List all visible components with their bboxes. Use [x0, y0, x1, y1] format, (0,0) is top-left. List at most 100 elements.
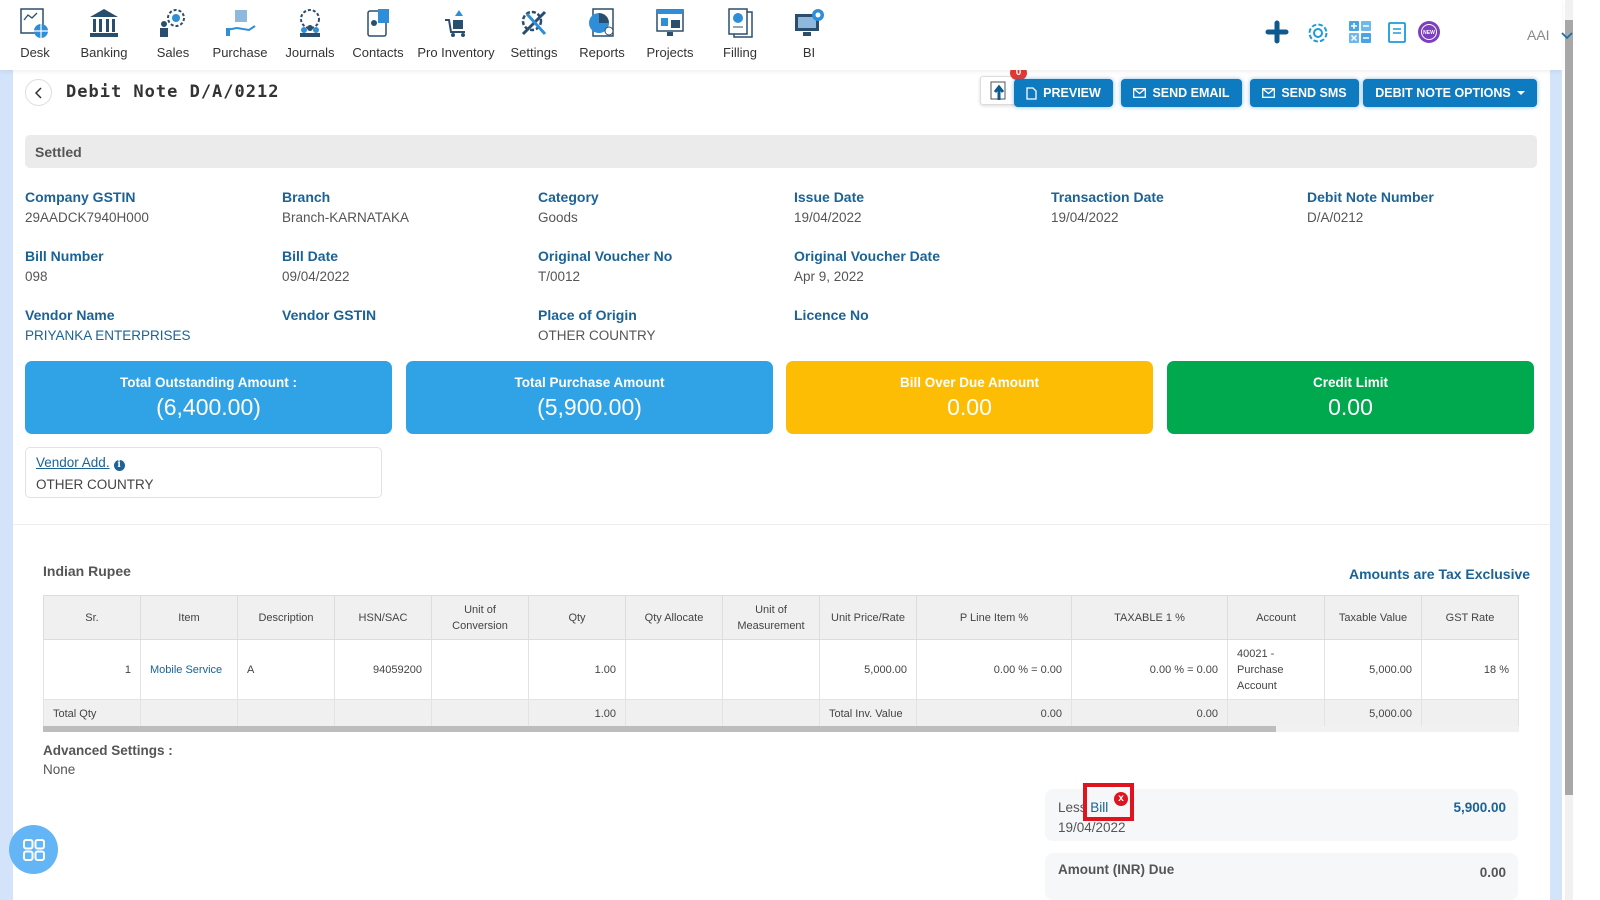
less-bill-date: 19/04/2022 — [1058, 820, 1126, 835]
sales-icon — [160, 9, 185, 37]
col-header: P Line Item % — [916, 595, 1072, 640]
nav-item-settings[interactable]: Settings — [510, 6, 558, 60]
upload-icon — [990, 81, 1006, 100]
nav-item-bi[interactable]: BI — [792, 6, 826, 60]
pdf-file-icon — [1026, 86, 1037, 100]
col-header: Unit Price/Rate — [819, 595, 917, 640]
col-header: Sr. — [43, 595, 141, 640]
reports-icon — [589, 8, 614, 37]
field-vendor-name: Vendor Name PRIYANKA ENTERPRISES — [25, 307, 191, 343]
bank-icon — [90, 9, 118, 37]
col-header: Unit of Conversion — [431, 595, 529, 640]
filling-icon — [728, 8, 753, 38]
calculator-icon — [1349, 21, 1371, 43]
nav-item-sales[interactable]: Sales — [156, 6, 190, 60]
col-header: HSN/SAC — [334, 595, 432, 640]
settings-tools-icon — [521, 10, 547, 36]
tax-mode-label: Amounts are Tax Exclusive — [1349, 566, 1531, 582]
card-bill-over-due: Bill Over Due Amount 0.00 — [786, 361, 1153, 434]
bi-icon — [795, 9, 824, 36]
debit-note-options-dropdown[interactable]: DEBIT NOTE OPTIONS — [1363, 79, 1537, 107]
send-sms-button[interactable]: SEND SMS — [1250, 79, 1359, 107]
card-total-purchase: Total Purchase Amount (5,900.00) — [406, 361, 773, 434]
envelope-icon — [1133, 88, 1147, 98]
caret-down-icon — [1516, 90, 1525, 95]
nav-item-purchase[interactable]: Purchase — [212, 6, 268, 60]
field-vendor-gstin: Vendor GSTIN — [282, 307, 377, 323]
line-items-table: Sr. Item Description HSN/SAC Unit of Con… — [43, 595, 1519, 728]
nav-item-contacts[interactable]: Contacts — [352, 6, 404, 60]
table-header-row: Sr. Item Description HSN/SAC Unit of Con… — [43, 595, 1519, 640]
col-header: Item — [140, 595, 238, 640]
amount-due-value: 0.00 — [1479, 865, 1506, 880]
table-total-row: Total Qty 1.00 Total Inv. Value 0.00 0.0… — [43, 699, 1519, 728]
purchase-icon — [225, 10, 256, 36]
field-debit-note-number: Debit Note Number D/A/0212 — [1307, 189, 1434, 225]
user-initials[interactable]: AAI — [1527, 27, 1550, 43]
less-bill-amount: 5,900.00 — [1453, 800, 1506, 815]
new-badge-icon: NEW — [1418, 21, 1440, 43]
nav-item-journals[interactable]: Journals — [284, 6, 336, 60]
col-header: Unit of Measurement — [722, 595, 820, 640]
col-header: Account — [1227, 595, 1325, 640]
back-button[interactable] — [25, 79, 52, 106]
field-place-of-origin: Place of Origin OTHER COUNTRY — [538, 307, 656, 343]
vendor-address-link[interactable]: Vendor Add. — [36, 455, 110, 470]
nav-item-reports[interactable]: Reports — [579, 6, 625, 60]
field-bill-date: Bill Date 09/04/2022 — [282, 248, 350, 284]
item-link[interactable]: Mobile Service — [140, 639, 238, 700]
table-scrollbar-thumb[interactable] — [43, 726, 1276, 732]
envelope-icon — [1262, 88, 1276, 98]
nav-item-desk[interactable]: Desk — [18, 6, 52, 60]
page-scrollbar-thumb[interactable] — [1565, 20, 1573, 795]
projects-icon — [656, 9, 684, 36]
status-text: Settled — [35, 144, 82, 160]
card-total-outstanding: Total Outstanding Amount : (6,400.00) — [25, 361, 392, 434]
field-company-gstin: Company GSTIN 29AADCK7940H000 — [25, 189, 149, 225]
settings-button[interactable] — [1305, 20, 1331, 51]
page-scrollbar[interactable] — [1562, 0, 1600, 900]
field-licence-no: Licence No — [794, 307, 869, 323]
status-banner: Settled — [25, 135, 1537, 168]
info-icon[interactable]: i — [113, 460, 125, 471]
nav-item-banking[interactable]: Banking — [80, 6, 128, 60]
desk-icon — [20, 8, 48, 38]
col-header: GST Rate — [1421, 595, 1519, 640]
advanced-settings-label: Advanced Settings : — [43, 743, 173, 758]
grid-icon — [22, 838, 45, 861]
quick-add-button[interactable] — [1265, 20, 1289, 49]
remove-bill-icon[interactable]: x — [1114, 792, 1128, 806]
calculator-button[interactable] — [1348, 20, 1372, 49]
col-header: Qty — [528, 595, 626, 640]
vendor-address-box: Vendor Add. i OTHER COUNTRY — [25, 447, 382, 498]
apps-menu-button[interactable] — [9, 825, 58, 874]
table-horizontal-scrollbar[interactable] — [43, 726, 1519, 732]
gear-icon — [1308, 23, 1328, 43]
journals-icon — [300, 9, 320, 37]
send-email-button[interactable]: SEND EMAIL — [1121, 79, 1242, 107]
nav-item-pro-inventory[interactable]: Pro Inventory — [417, 6, 495, 60]
notes-icon — [1388, 22, 1406, 43]
advanced-settings-value: None — [43, 762, 76, 777]
inventory-icon — [445, 10, 465, 37]
attachment-upload-button[interactable] — [980, 76, 1017, 105]
chevron-down-icon[interactable] — [1560, 31, 1574, 41]
currency-label: Indian Rupee — [43, 563, 131, 579]
page-title: Debit Note D/A/0212 — [66, 82, 280, 102]
contacts-icon — [367, 9, 389, 37]
amount-due-summary: Amount (INR) Due 0.00 — [1045, 853, 1518, 900]
card-credit-limit: Credit Limit 0.00 — [1167, 361, 1534, 434]
section-divider — [13, 524, 1550, 525]
vendor-name-link[interactable]: PRIYANKA ENTERPRISES — [25, 328, 191, 343]
notes-button[interactable] — [1386, 20, 1408, 49]
preview-button[interactable]: PREVIEW — [1014, 79, 1113, 107]
col-header: Qty Allocate — [625, 595, 723, 640]
field-category: Category Goods — [538, 189, 599, 225]
nav-item-filling[interactable]: Filling — [721, 6, 759, 60]
amount-due-label: Amount (INR) Due — [1058, 862, 1175, 877]
field-branch: Branch Branch-KARNATAKA — [282, 189, 410, 225]
field-original-voucher-no: Original Voucher No T/0012 — [538, 248, 673, 284]
table-row: 1 Mobile Service A 94059200 1.00 5,000.0… — [43, 639, 1519, 700]
whats-new-button[interactable]: NEW — [1417, 20, 1441, 49]
nav-item-projects[interactable]: Projects — [646, 6, 694, 60]
